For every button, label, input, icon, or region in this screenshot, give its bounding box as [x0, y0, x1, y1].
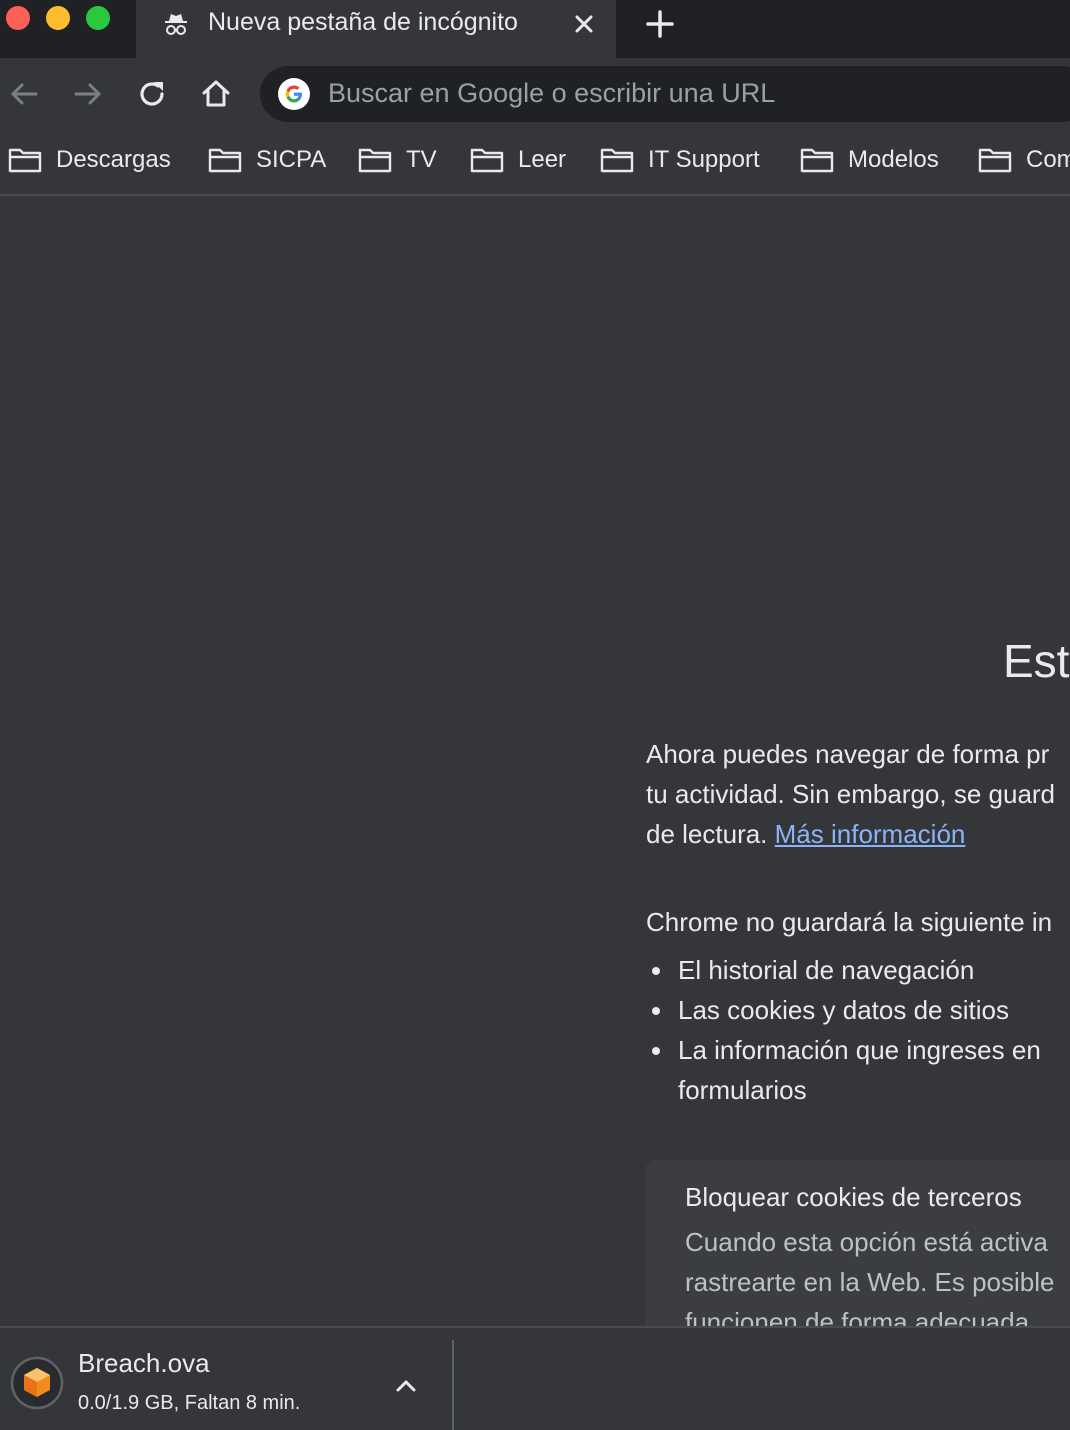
- folder-icon: [800, 148, 834, 173]
- chevron-up-icon[interactable]: [392, 1372, 420, 1400]
- tab-incognito[interactable]: Nueva pestaña de incógnito: [136, 0, 616, 58]
- google-icon: [278, 78, 310, 110]
- tab-strip: Nueva pestaña de incógnito: [0, 0, 1070, 58]
- not-saved-title: Chrome no guardará la siguiente in: [646, 907, 1053, 937]
- intro-line: de lectura. Más información: [646, 814, 1070, 854]
- card-line: Cuando esta opción está activa: [685, 1227, 1048, 1257]
- card-description: Cuando esta opción está activa rastreart…: [685, 1222, 1054, 1326]
- list-item: La información que ingreses en formulario…: [646, 1030, 1070, 1110]
- incognito-icon: [165, 14, 187, 35]
- bookmark-label: IT Support: [648, 146, 760, 173]
- bookmark-label: Descargas: [56, 146, 171, 173]
- intro-paragraph: Ahora puedes navegar de forma pr tu acti…: [646, 734, 1070, 854]
- download-separator: [452, 1340, 454, 1430]
- card-line: rastrearte en la Web. Es posible: [685, 1267, 1055, 1297]
- bookmark-label: TV: [406, 146, 437, 173]
- tab-title: Nueva pestaña de incógnito: [208, 8, 518, 36]
- bookmark-folder-descargas[interactable]: Descargas: [8, 140, 171, 180]
- list-item: Las cookies y datos de sitios: [646, 990, 1070, 1030]
- incognito-page: Esta Ahora puedes navegar de forma pr tu…: [0, 196, 1070, 1326]
- folder-icon: [600, 148, 634, 173]
- plus-icon[interactable]: [642, 6, 678, 42]
- bookmark-label: Com: [1026, 146, 1070, 173]
- bookmark-folder-it-support[interactable]: IT Support: [600, 140, 760, 180]
- bookmark-folder-com[interactable]: Com: [978, 140, 1070, 180]
- close-window-button[interactable]: [6, 6, 30, 30]
- back-arrow-icon[interactable]: [6, 76, 42, 112]
- bookmark-label: SICPA: [256, 146, 327, 173]
- download-status: 0.0/1.9 GB, Faltan 8 min.: [78, 1392, 301, 1414]
- list-item-line: formularios: [678, 1075, 807, 1105]
- reload-icon[interactable]: [134, 76, 170, 112]
- download-filename[interactable]: Breach.ova: [78, 1348, 210, 1379]
- folder-icon: [208, 148, 242, 173]
- bookmark-label: Leer: [518, 146, 567, 173]
- toolbar: Buscar en Google o escribir una URL: [0, 58, 1070, 130]
- omnibox-placeholder[interactable]: Buscar en Google o escribir una URL: [328, 78, 775, 109]
- intro-line: Ahora puedes navegar de forma pr: [646, 739, 1050, 769]
- home-icon[interactable]: [198, 76, 234, 112]
- omnibox[interactable]: Buscar en Google o escribir una URL: [260, 66, 1070, 122]
- folder-icon: [978, 148, 1012, 173]
- intro-line: tu actividad. Sin embargo, se guard: [646, 779, 1056, 809]
- list-item: El historial de navegación: [646, 950, 1070, 990]
- bookmarks-bar: Descargas SICPA TV Leer IT Support Model…: [0, 130, 1070, 196]
- learn-more-link[interactable]: Más información: [775, 819, 966, 849]
- card-line: funcionen de forma adecuada: [685, 1307, 1030, 1326]
- page-heading: Esta: [1003, 635, 1070, 687]
- close-icon[interactable]: [568, 8, 600, 40]
- bookmark-folder-modelos[interactable]: Modelos: [800, 140, 939, 180]
- folder-icon: [8, 148, 42, 173]
- card-title: Bloquear cookies de terceros: [685, 1182, 1022, 1212]
- forward-arrow-icon[interactable]: [70, 76, 106, 112]
- bookmark-folder-tv[interactable]: TV: [358, 140, 437, 180]
- list-item-line: La información que ingreses en: [678, 1035, 1041, 1065]
- third-party-cookies-card: Bloquear cookies de terceros Cuando esta…: [645, 1160, 1070, 1326]
- not-saved-list: El historial de navegación Las cookies y…: [646, 950, 1070, 1110]
- folder-icon: [470, 148, 504, 173]
- folder-icon: [358, 148, 392, 173]
- virtualbox-icon: [10, 1356, 64, 1410]
- download-shelf: Breach.ova 0.0/1.9 GB, Faltan 8 min.: [0, 1326, 1070, 1430]
- bookmark-folder-sicpa[interactable]: SICPA: [208, 140, 326, 180]
- bookmark-label: Modelos: [848, 146, 939, 173]
- zoom-window-button[interactable]: [86, 6, 110, 30]
- bookmark-folder-leer[interactable]: Leer: [470, 140, 566, 180]
- intro-line-prefix: de lectura.: [646, 819, 775, 849]
- minimize-window-button[interactable]: [46, 6, 70, 30]
